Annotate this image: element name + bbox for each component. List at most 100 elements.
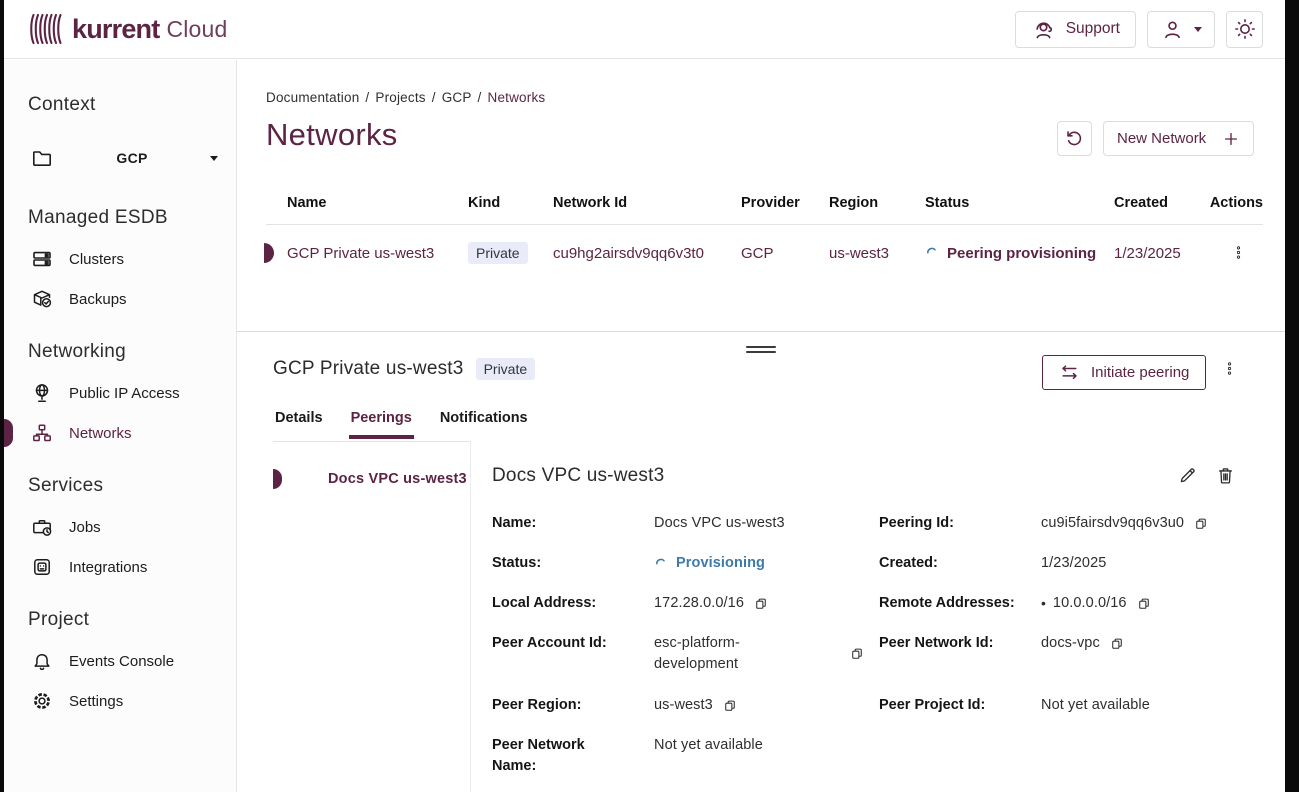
section-heading-managed-esdb: Managed ESDB <box>28 207 236 229</box>
sidebar-item-networks[interactable]: Networks <box>4 413 236 453</box>
field-value: docs-vpc <box>1041 633 1100 654</box>
field-label: Peer Network Id: <box>879 633 1041 654</box>
breadcrumb-projects[interactable]: Projects <box>375 90 425 105</box>
spinner-icon <box>654 557 668 571</box>
peering-fields-right: Peering Id: cu9i5fairsdv9qq6v3u0 Created… <box>879 513 1271 735</box>
peering-detail-title: Docs VPC us-west3 <box>492 465 1162 487</box>
header-actions: Support <box>1015 11 1263 48</box>
user-menu-button[interactable] <box>1147 11 1215 48</box>
field-label: Status: <box>492 553 654 574</box>
column-header-region: Region <box>829 195 925 211</box>
sun-icon <box>1233 17 1257 41</box>
copy-icon <box>1193 516 1209 532</box>
panel-tabs: Details Peerings Notifications <box>273 410 530 439</box>
kind-badge: Private <box>468 242 528 264</box>
copy-icon <box>849 646 865 662</box>
bell-icon <box>30 649 54 673</box>
field-label: Peer Region: <box>492 695 654 716</box>
field-label: Peer Project Id: <box>879 695 1041 716</box>
tab-peerings[interactable]: Peerings <box>349 410 414 439</box>
field-value: 10.0.0.0/16 <box>1053 593 1127 614</box>
outlet-icon <box>30 555 54 579</box>
section-project: Project Events Console Settings <box>4 609 236 721</box>
section-managed-esdb: Managed ESDB Clusters <box>4 207 236 319</box>
sidebar-item-settings[interactable]: Settings <box>4 681 236 721</box>
column-header-created: Created <box>1114 195 1203 211</box>
support-button[interactable]: Support <box>1015 11 1136 48</box>
field-peer-project-id: Peer Project Id: Not yet available <box>879 695 1271 716</box>
panel-title: GCP Private us-west3 <box>273 358 464 380</box>
breadcrumb-separator: / <box>365 90 369 105</box>
plus-icon <box>1222 130 1240 148</box>
initiate-peering-button[interactable]: Initiate peering <box>1042 355 1206 390</box>
edit-peering-button[interactable] <box>1175 463 1200 488</box>
copy-peer-account-id-button[interactable] <box>849 646 865 662</box>
panel-kebab-menu-button[interactable] <box>1221 360 1238 377</box>
section-services: Services Jobs <box>4 475 236 587</box>
kebab-menu-icon <box>1221 360 1238 377</box>
breadcrumb-documentation[interactable]: Documentation <box>266 90 359 105</box>
selected-row-marker <box>264 243 274 263</box>
kebab-menu-icon <box>1230 244 1247 261</box>
sidebar-item-public-ip-access[interactable]: Public IP Access <box>4 373 236 413</box>
field-name: Name: Docs VPC us-west3 <box>492 513 867 534</box>
field-label: Peer Account Id: <box>492 633 654 654</box>
app-window: kurrent Cloud Support <box>0 0 1299 792</box>
section-heading-networking: Networking <box>28 341 236 363</box>
column-header-kind: Kind <box>468 195 553 211</box>
network-detail-panel: GCP Private us-west3 Private Initiate pe… <box>237 331 1285 792</box>
delete-peering-button[interactable] <box>1213 463 1238 488</box>
sidebar-item-label: Public IP Access <box>69 385 180 402</box>
sidebar-item-label: Events Console <box>69 653 174 670</box>
field-peer-account-id: Peer Account Id: esc-platform-developmen… <box>492 633 867 675</box>
copy-peer-region-button[interactable] <box>722 698 738 714</box>
tab-notifications[interactable]: Notifications <box>438 410 530 439</box>
copy-remote-addresses-button[interactable] <box>1136 596 1152 612</box>
breadcrumb-gcp[interactable]: GCP <box>442 90 472 105</box>
field-label: Name: <box>492 513 654 534</box>
sidebar-item-clusters[interactable]: Clusters <box>4 239 236 279</box>
sidebar-item-jobs[interactable]: Jobs <box>4 507 236 547</box>
user-icon <box>1160 17 1185 42</box>
new-network-button[interactable]: New Network <box>1103 121 1254 156</box>
field-value: 172.28.0.0/16 <box>654 593 744 614</box>
copy-local-address-button[interactable] <box>753 596 769 612</box>
column-header-status: Status <box>925 195 1114 211</box>
tab-details[interactable]: Details <box>273 410 325 439</box>
sidebar-item-events-console[interactable]: Events Console <box>4 641 236 681</box>
sidebar-item-label: Networks <box>69 425 132 442</box>
networks-table-header: Name Kind Network Id Provider Region Sta… <box>266 190 1263 225</box>
theme-toggle-button[interactable] <box>1226 11 1263 48</box>
peering-list-divider <box>470 441 471 792</box>
copy-icon <box>722 698 738 714</box>
row-region: us-west3 <box>829 245 925 262</box>
copy-peer-network-id-button[interactable] <box>1109 636 1125 652</box>
kurrent-cloud-logo[interactable]: kurrent Cloud <box>28 12 228 46</box>
field-label: Created: <box>879 553 1041 574</box>
peering-list-item[interactable]: Docs VPC us-west3 <box>237 471 467 487</box>
refresh-icon <box>1064 128 1085 149</box>
refresh-button[interactable] <box>1057 121 1092 156</box>
sidebar-item-integrations[interactable]: Integrations <box>4 547 236 587</box>
context-value: GCP <box>54 150 210 166</box>
panel-drag-handle[interactable] <box>746 343 776 356</box>
copy-icon <box>753 596 769 612</box>
field-value: Docs VPC us-west3 <box>654 513 785 534</box>
row-status-text: Peering provisioning <box>947 245 1096 262</box>
field-created: Created: 1/23/2025 <box>879 553 1271 574</box>
list-bullet: • <box>1041 593 1046 614</box>
peering-detail-header: Docs VPC us-west3 <box>492 463 1238 488</box>
context-selector[interactable]: GCP <box>30 143 218 173</box>
copy-peering-id-button[interactable] <box>1193 516 1209 532</box>
sidebar-item-backups[interactable]: Backups <box>4 279 236 319</box>
breadcrumb-separator: / <box>432 90 436 105</box>
network-table-row[interactable]: GCP Private us-west3 Private cu9hg2airsd… <box>266 225 1263 281</box>
column-header-actions: Actions <box>1203 195 1263 211</box>
network-tree-icon <box>30 421 54 445</box>
row-name: GCP Private us-west3 <box>287 245 468 262</box>
breadcrumb-separator: / <box>478 90 482 105</box>
section-heading-services: Services <box>28 475 236 497</box>
logo-suffix-text: Cloud <box>166 16 227 43</box>
field-value: Not yet available <box>1041 695 1150 716</box>
row-actions-menu-button[interactable] <box>1228 242 1249 263</box>
